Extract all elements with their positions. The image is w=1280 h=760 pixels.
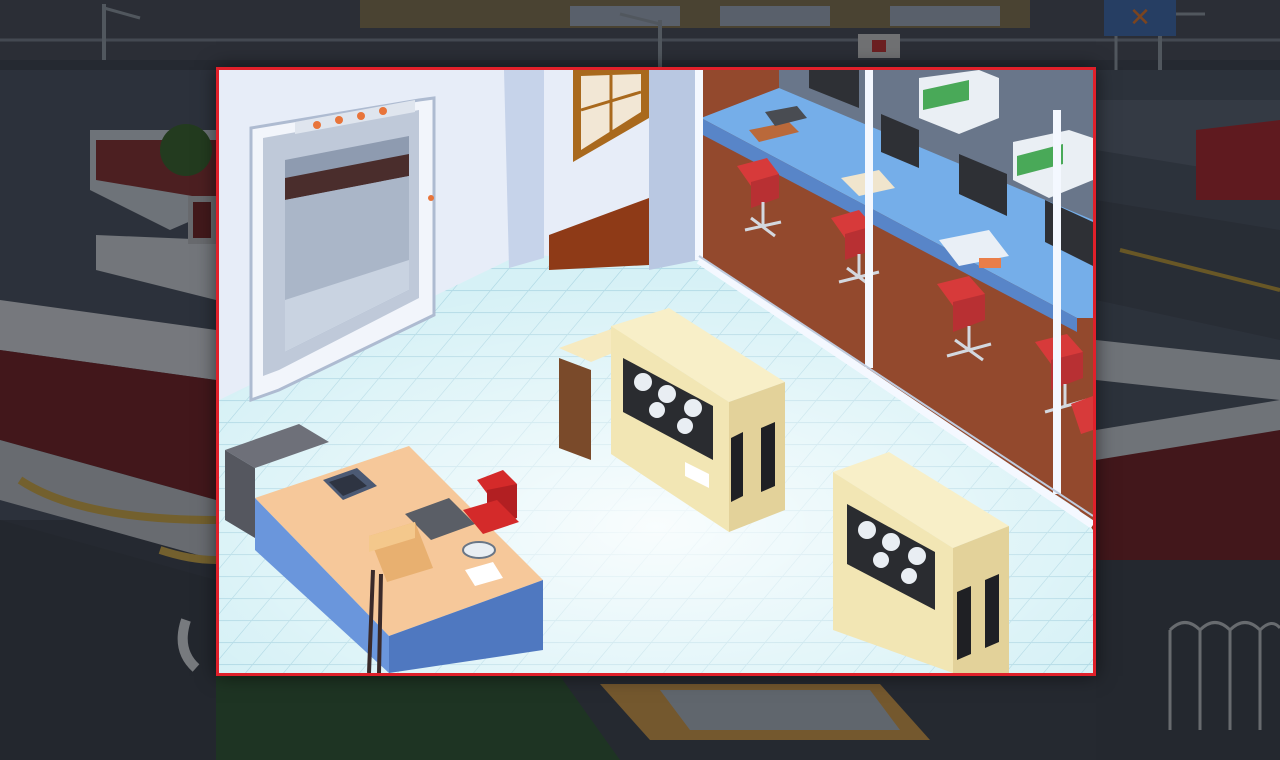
- wall-pillar: [504, 70, 544, 268]
- left-building-door-panel: [193, 202, 211, 238]
- tape-reel-icon: [649, 402, 665, 418]
- tape-reel-icon: [858, 521, 876, 539]
- bottom-lawn: [216, 676, 620, 760]
- bottom-vehicle: [660, 690, 900, 730]
- computer-room-scene[interactable]: [219, 70, 1093, 673]
- cabinet-vent: [957, 586, 971, 660]
- svg-text:✕: ✕: [1129, 3, 1151, 33]
- tape-reel-icon: [901, 568, 917, 584]
- right-bottom-road: [1096, 560, 1280, 760]
- cabinet-vent: [985, 574, 999, 648]
- desk-lamp[interactable]: [462, 541, 496, 559]
- elevator-light-icon: [335, 116, 343, 124]
- room-viewport[interactable]: [216, 67, 1096, 676]
- building-top-window: [720, 6, 830, 26]
- elevator-light-icon: [313, 121, 321, 129]
- tape-reel-icon: [658, 385, 676, 403]
- side-table: [559, 358, 591, 460]
- elevator-light-icon: [379, 107, 387, 115]
- elevator-light-icon: [357, 112, 365, 120]
- building-top-window: [890, 6, 1000, 26]
- wall-pillar: [649, 70, 699, 270]
- right-building-red-block: [1196, 120, 1280, 200]
- elevator-call-button[interactable]: [428, 195, 434, 201]
- tape-reel-icon: [634, 373, 652, 391]
- tape-reel-icon: [677, 418, 693, 434]
- cabinet-vent: [731, 432, 743, 502]
- tree-canopy: [160, 124, 212, 176]
- cabinet-vent: [761, 422, 775, 492]
- tape-reel-icon: [908, 547, 926, 565]
- tape-reel-icon: [882, 533, 900, 551]
- tape-reel-icon: [873, 552, 889, 568]
- roof-light: [872, 40, 886, 52]
- tape-reel-icon: [684, 399, 702, 417]
